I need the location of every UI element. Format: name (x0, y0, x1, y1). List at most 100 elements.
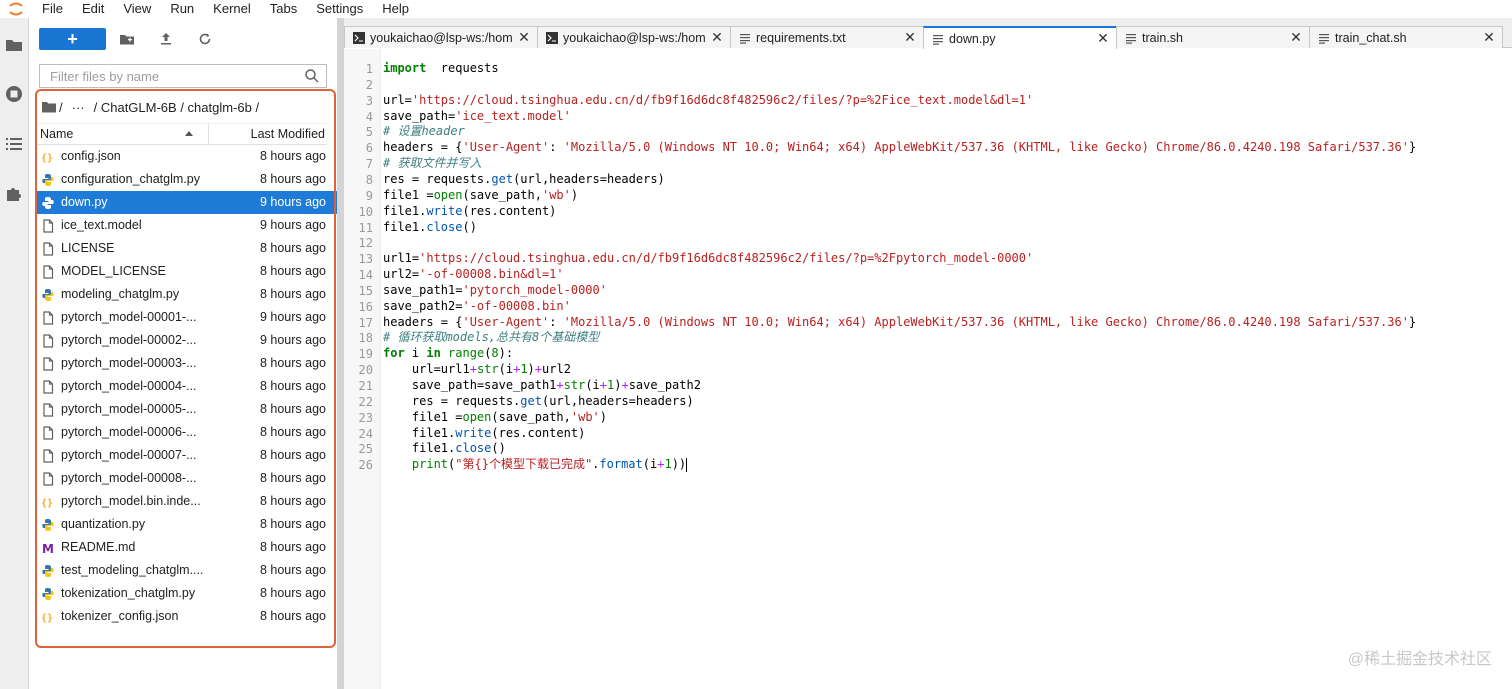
file-row[interactable]: pytorch_model-00006-... 8 hours ago (37, 421, 337, 444)
file-row[interactable]: configuration_chatglm.py 8 hours ago (37, 168, 337, 191)
file-row[interactable]: pytorch_model-00005-... 8 hours ago (37, 398, 337, 421)
menu-tabs[interactable]: Tabs (260, 0, 306, 18)
extension-icon[interactable] (3, 182, 25, 204)
file-icon (41, 219, 55, 233)
close-icon[interactable]: ✕ (1480, 29, 1498, 46)
menu-kernel[interactable]: Kernel (203, 0, 260, 18)
file-row[interactable]: LICENSE 8 hours ago (37, 237, 337, 260)
code-line[interactable]: # 获取文件并写入 (383, 156, 481, 171)
new-launcher-button[interactable]: + (39, 28, 106, 50)
running-icon[interactable] (3, 83, 25, 105)
code-line[interactable]: file1.write(res.content) (383, 204, 556, 219)
modified-column-header[interactable]: Last Modified (251, 127, 325, 141)
menu-help[interactable]: Help (372, 0, 418, 18)
code-token: 'ice_text.model' (455, 108, 571, 123)
code-line[interactable]: file1 =open(save_path,'wb') (383, 410, 607, 425)
code-line[interactable]: file1.close() (383, 441, 506, 456)
file-row[interactable]: tokenization_chatglm.py 8 hours ago (37, 582, 337, 605)
refresh-icon[interactable] (197, 31, 213, 47)
code-line[interactable]: res = requests.get(url,headers=headers) (383, 172, 665, 187)
editor-tab[interactable]: train_chat.sh ✕ (1309, 26, 1503, 48)
file-row[interactable]: pytorch_model-00008-... 8 hours ago (37, 467, 337, 490)
editor-tab[interactable]: requirements.txt ✕ (730, 26, 924, 48)
code-line[interactable]: # 循环获取models,总共有8个基础模型 (383, 330, 599, 345)
code-line[interactable]: print("第{}个模型下载已完成".format(i+1)) (383, 457, 688, 472)
code-token: i (404, 346, 427, 361)
menu-edit[interactable]: Edit (72, 0, 113, 18)
breadcrumb-ellipsis[interactable]: ··· (72, 100, 85, 115)
code-token: + (534, 362, 543, 377)
code-line[interactable]: url1='https://cloud.tsinghua.edu.cn/d/fb… (383, 251, 1033, 266)
file-row[interactable]: pytorch_model-00004-... 8 hours ago (37, 375, 337, 398)
editor-tab[interactable]: train.sh ✕ (1116, 26, 1310, 48)
code-line[interactable]: # 设置header (383, 124, 465, 139)
code-line[interactable]: save_path2='-of-00008.bin' (383, 299, 571, 314)
close-icon[interactable]: ✕ (901, 29, 919, 46)
file-row[interactable]: pytorch_model-00007-... 8 hours ago (37, 444, 337, 467)
close-icon[interactable]: ✕ (708, 29, 726, 46)
menu-view[interactable]: View (113, 0, 160, 18)
code-line[interactable]: import requests (383, 61, 499, 76)
file-row[interactable]: pytorch_model-00003-... 8 hours ago (37, 352, 337, 375)
code-line[interactable]: url2='-of-00008.bin&dl=1' (383, 267, 564, 282)
file-row[interactable]: ice_text.model 9 hours ago (37, 214, 337, 237)
new-folder-icon[interactable] (119, 31, 135, 47)
file-row[interactable]: {} pytorch_model.bin.inde... 8 hours ago (37, 490, 337, 513)
code-line[interactable]: save_path=save_path1+str(i+1)+save_path2 (383, 378, 701, 393)
close-icon[interactable]: ✕ (1094, 30, 1112, 47)
code-line[interactable]: file1 =open(save_path,'wb') (383, 188, 578, 203)
code-line[interactable]: headers = {'User-Agent': 'Mozilla/5.0 (W… (383, 140, 1416, 155)
editor-tab[interactable]: down.py ✕ (923, 26, 1117, 49)
file-modified: 8 hours ago (259, 172, 326, 186)
file-row[interactable]: {} config.json 8 hours ago (37, 145, 337, 168)
file-row[interactable]: MODEL_LICENSE 8 hours ago (37, 260, 337, 283)
code-line[interactable]: save_path='ice_text.model' (383, 109, 571, 124)
folder-icon[interactable] (3, 34, 25, 56)
code-line[interactable]: url='https://cloud.tsinghua.edu.cn/d/fb9… (383, 93, 1033, 108)
file-row[interactable]: M README.md 8 hours ago (37, 536, 337, 559)
panel-splitter[interactable] (337, 18, 344, 689)
toc-icon[interactable] (3, 133, 25, 155)
file-row[interactable]: {} tokenizer_config.json 8 hours ago (37, 605, 337, 628)
code-line[interactable]: file1.close() (383, 220, 477, 235)
menu-run[interactable]: Run (160, 0, 203, 18)
text-file-icon (932, 33, 944, 45)
file-row[interactable]: down.py 9 hours ago (37, 191, 337, 214)
code-line[interactable]: save_path1='pytorch_model-0000' (383, 283, 607, 298)
filter-input[interactable] (48, 67, 304, 85)
menu-settings[interactable]: Settings (306, 0, 372, 18)
breadcrumb-path[interactable]: / ChatGLM-6B / chatglm-6b / (94, 100, 259, 115)
name-column-header[interactable]: Name (40, 127, 73, 141)
editor-tab[interactable]: youkaichao@lsp-ws:/hom ✕ (537, 26, 731, 48)
code-token: # 循环获取models,总共有8个基础模型 (383, 330, 600, 345)
file-row[interactable]: pytorch_model-00001-... 9 hours ago (37, 306, 337, 329)
home-folder-icon[interactable] (42, 101, 56, 113)
code-token: 'https://cloud.tsinghua.edu.cn/d/fb9f16d… (419, 251, 1034, 266)
file-row[interactable]: pytorch_model-00002-... 9 hours ago (37, 329, 337, 352)
line-number: 26 (358, 458, 373, 473)
code-token: 'Mozilla/5.0 (Windows NT 10.0; Win64; x6… (563, 314, 1409, 329)
close-icon[interactable]: ✕ (515, 29, 533, 46)
file-filter[interactable] (39, 64, 327, 88)
file-row[interactable]: modeling_chatglm.py 8 hours ago (37, 283, 337, 306)
menu-file[interactable]: File (32, 0, 72, 18)
file-row[interactable]: test_modeling_chatglm.... 8 hours ago (37, 559, 337, 582)
code-line[interactable]: res = requests.get(url,headers=headers) (383, 394, 694, 409)
breadcrumb-root[interactable]: / (59, 100, 63, 115)
text-cursor (686, 457, 688, 472)
code-line[interactable]: file1.write(res.content) (383, 426, 585, 441)
column-divider[interactable] (208, 124, 209, 144)
code-line[interactable]: headers = {'User-Agent': 'Mozilla/5.0 (W… (383, 315, 1416, 330)
code-editor[interactable]: 1 2 3 4 5 6 7 8 9 10 11 12 13 14 15 16 17 18 19 20 21 22 23 24 2… (344, 49, 1512, 689)
file-name: tokenization_chatglm.py (61, 586, 196, 600)
editor-tab[interactable]: youkaichao@lsp-ws:/hom ✕ (344, 26, 538, 48)
code-line[interactable]: url=url1+str(i+1)+url2 (383, 362, 571, 377)
code-line[interactable]: for i in range(8): (383, 346, 513, 361)
code-token: } (1408, 140, 1417, 155)
line-number: 2 (365, 77, 373, 92)
file-row[interactable]: quantization.py 8 hours ago (37, 513, 337, 536)
close-icon[interactable]: ✕ (1287, 29, 1305, 46)
code-token: get (520, 393, 542, 408)
upload-icon[interactable] (158, 31, 174, 47)
file-browser: + / ··· / ChatGLM-6B / chatglm-6b / Name… (29, 18, 337, 689)
